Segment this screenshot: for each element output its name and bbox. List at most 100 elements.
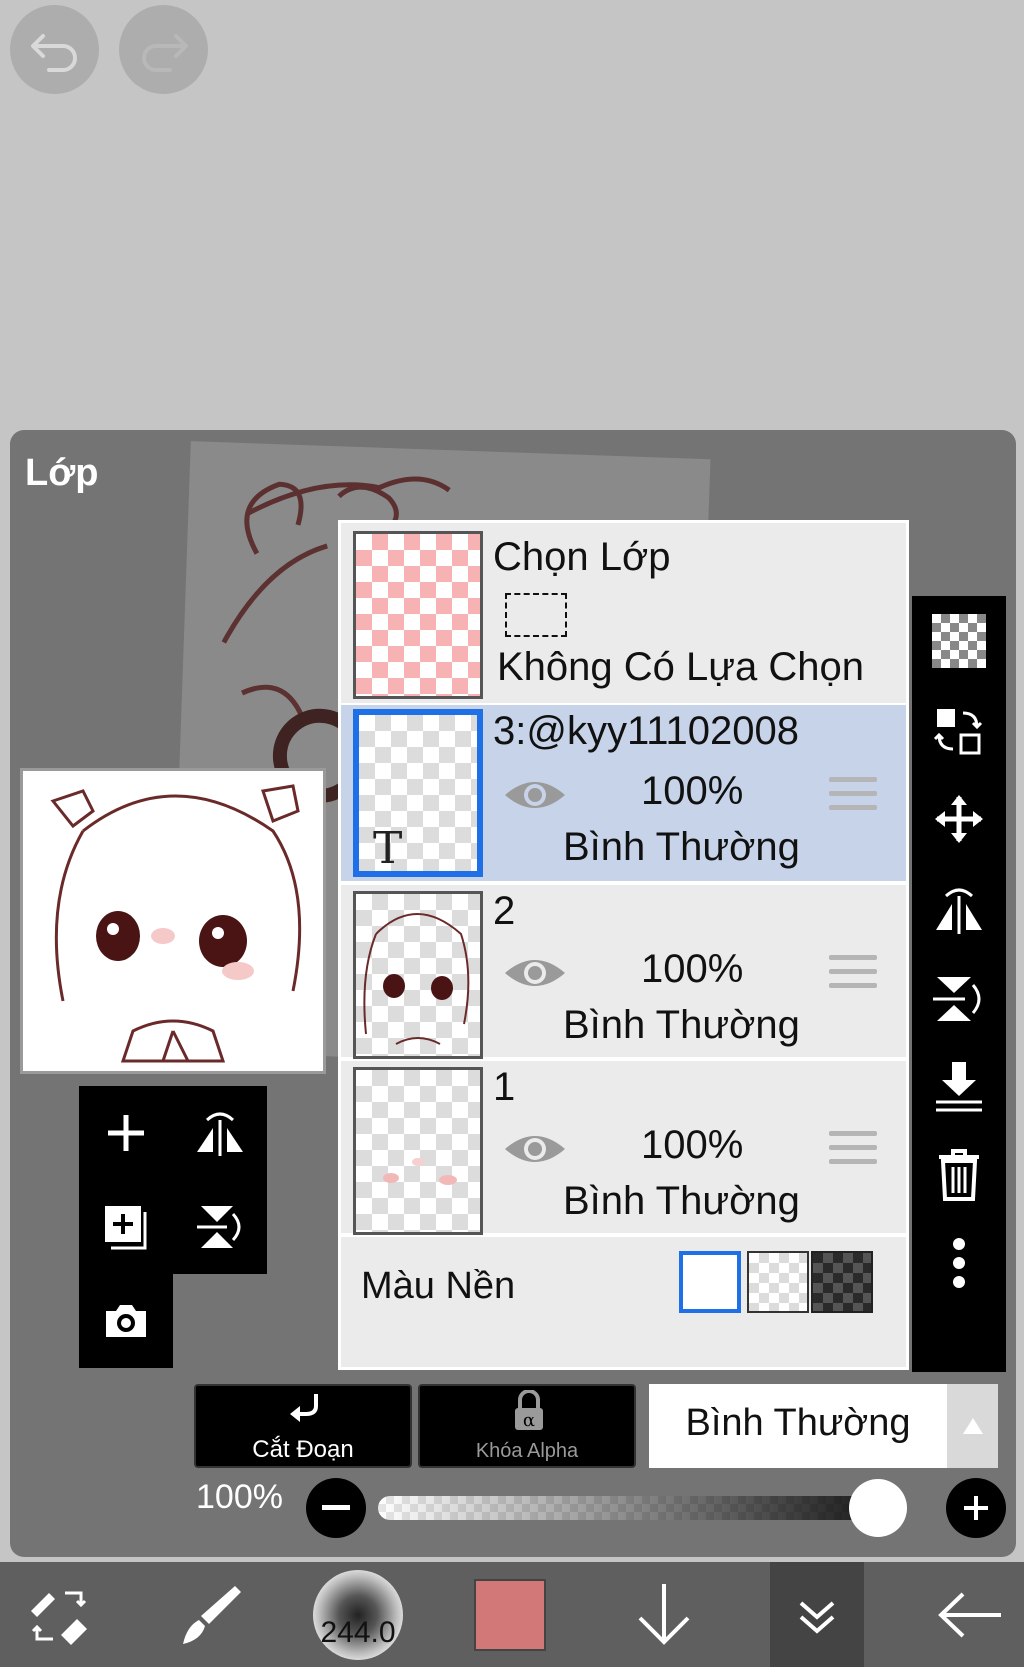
layer-blend-mode: Bình Thường — [563, 1003, 800, 1047]
layer-row-1[interactable]: 1 100% Bình Thường — [341, 1061, 906, 1235]
opacity-increase-button[interactable] — [946, 1478, 1006, 1538]
layer-opacity: 100% — [641, 1123, 744, 1167]
back-button[interactable] — [920, 1562, 1020, 1667]
visibility-eye-icon[interactable] — [503, 1129, 567, 1169]
plus-icon — [964, 1496, 988, 1520]
right-toolbar — [912, 596, 1006, 1372]
minus-icon — [322, 1505, 350, 1510]
layer-name: 3:@kyy11102008 — [493, 709, 799, 753]
arrow-left-icon — [938, 1592, 1001, 1637]
layer-blend-mode: Bình Thường — [563, 1179, 800, 1223]
more-options-button[interactable] — [912, 1220, 1006, 1306]
merge-down-button[interactable] — [912, 1044, 1006, 1130]
brush-eraser-swap-icon — [31, 1591, 87, 1645]
selection-thumbnail — [353, 531, 483, 699]
camera-button[interactable] — [79, 1274, 173, 1368]
layer-thumbnail-2 — [353, 891, 483, 1059]
current-color-swatch — [474, 1578, 546, 1651]
visibility-eye-icon[interactable] — [503, 953, 567, 993]
selection-status: Không Có Lựa Chọn — [497, 645, 865, 689]
bg-dark-swatch[interactable] — [811, 1251, 873, 1313]
svg-text:α: α — [523, 1410, 535, 1431]
color-button[interactable] — [470, 1562, 550, 1667]
add-layer-button[interactable] — [79, 1086, 173, 1180]
selection-layer-row[interactable]: Chọn Lớp Không Có Lựa Chọn — [341, 523, 906, 703]
blend-mode-value: Bình Thường — [685, 1402, 911, 1444]
brush-icon — [183, 1585, 241, 1644]
bg-transparent-swatch[interactable] — [747, 1251, 809, 1313]
tool-switch-button[interactable] — [10, 1562, 110, 1667]
layer-list: Chọn Lớp Không Có Lựa Chọn T 3:@kyy11102… — [338, 520, 909, 1370]
brush-size-preview: 244.0 — [313, 1569, 403, 1660]
undo-icon — [30, 33, 77, 72]
layer-name: 2 — [493, 889, 516, 933]
move-icon — [935, 795, 983, 843]
transparency-button[interactable] — [912, 598, 1006, 684]
merge-down-icon — [936, 1062, 982, 1112]
layers-button[interactable] — [770, 1562, 864, 1667]
flip-vertical-button-right[interactable] — [912, 956, 1006, 1042]
layer-row-2[interactable]: 2 100% Bình Thường — [341, 885, 906, 1059]
add-from-file-button[interactable] — [79, 1180, 173, 1274]
move-button[interactable] — [912, 776, 1006, 862]
undo-button[interactable] — [10, 5, 99, 94]
drag-handle-icon[interactable] — [829, 955, 877, 995]
background-color-row: Màu Nền — [341, 1237, 906, 1367]
plus-icon — [108, 1115, 144, 1151]
selection-layer-title: Chọn Lớp — [493, 535, 671, 579]
layer-thumbnail-3: T — [353, 709, 483, 877]
blend-mode-select[interactable]: Bình Thường — [649, 1384, 947, 1468]
layer-row-3[interactable]: T 3:@kyy11102008 100% Bình Thường — [341, 705, 906, 881]
opacity-value: 100% — [196, 1478, 283, 1516]
character-drawing-icon — [50, 784, 302, 1063]
caret-up-icon — [962, 1418, 983, 1434]
more-vertical-icon — [953, 1238, 965, 1288]
layer-panel: Lớp Chọn Lớp Không Có Lựa Chọn T 3:@kyy1… — [10, 430, 1016, 1557]
app-root: Lớp Chọn Lớp Không Có Lựa Chọn T 3:@kyy1… — [0, 0, 1024, 1667]
checkerboard-icon — [932, 614, 986, 668]
delete-layer-button[interactable] — [912, 1132, 1006, 1218]
clipping-label: Cắt Đoạn — [252, 1436, 354, 1463]
bg-white-swatch[interactable] — [679, 1251, 741, 1313]
layer-tool-grid — [79, 1086, 267, 1368]
flip-horizontal-button-right[interactable] — [912, 866, 1006, 952]
clipping-arrow-icon — [290, 1394, 318, 1422]
flip-horizontal-icon — [936, 888, 982, 934]
brush-size-button[interactable]: 244.0 — [308, 1562, 408, 1667]
flip-horizontal-icon — [197, 1112, 243, 1156]
opacity-slider-track[interactable] — [378, 1496, 878, 1520]
swap-layer-button[interactable] — [912, 688, 1006, 774]
brush-size-value: 244.0 — [320, 1615, 396, 1649]
blush-thumbnail-icon — [383, 1158, 457, 1185]
camera-icon — [106, 1305, 146, 1337]
drag-handle-icon[interactable] — [829, 1131, 877, 1171]
opacity-slider-thumb[interactable] — [849, 1479, 907, 1537]
bottom-toolbar: 244.0 — [0, 1562, 1024, 1667]
layer-down-button[interactable] — [614, 1562, 714, 1667]
panel-title: Lớp — [25, 452, 99, 494]
blend-mode-toggle[interactable] — [947, 1384, 998, 1468]
layer-opacity: 100% — [641, 947, 744, 991]
swap-icon — [933, 709, 983, 755]
lock-icon: α — [515, 1390, 543, 1431]
flip-vertical-button[interactable] — [173, 1180, 267, 1274]
layer-opacity: 100% — [641, 769, 744, 813]
canvas-preview[interactable] — [20, 768, 326, 1074]
alpha-lock-button[interactable]: α Khóa Alpha — [418, 1384, 636, 1468]
brush-tool-button[interactable] — [160, 1562, 260, 1667]
text-layer-icon: T — [373, 823, 403, 874]
flip-horizontal-button[interactable] — [173, 1086, 267, 1180]
redo-button[interactable] — [119, 5, 208, 94]
trash-icon — [939, 1149, 979, 1201]
arrow-down-icon — [638, 1583, 690, 1645]
drag-handle-icon[interactable] — [829, 777, 877, 817]
selection-rect-icon — [505, 593, 567, 637]
character-thumbnail-icon — [363, 913, 470, 1045]
opacity-decrease-button[interactable] — [306, 1478, 366, 1538]
background-color-label: Màu Nền — [361, 1265, 516, 1307]
redo-icon — [141, 33, 188, 72]
visibility-eye-icon[interactable] — [503, 775, 567, 815]
flip-vertical-icon — [933, 977, 981, 1021]
clipping-button[interactable]: Cắt Đoạn — [194, 1384, 412, 1468]
layer-blend-mode: Bình Thường — [563, 825, 800, 869]
